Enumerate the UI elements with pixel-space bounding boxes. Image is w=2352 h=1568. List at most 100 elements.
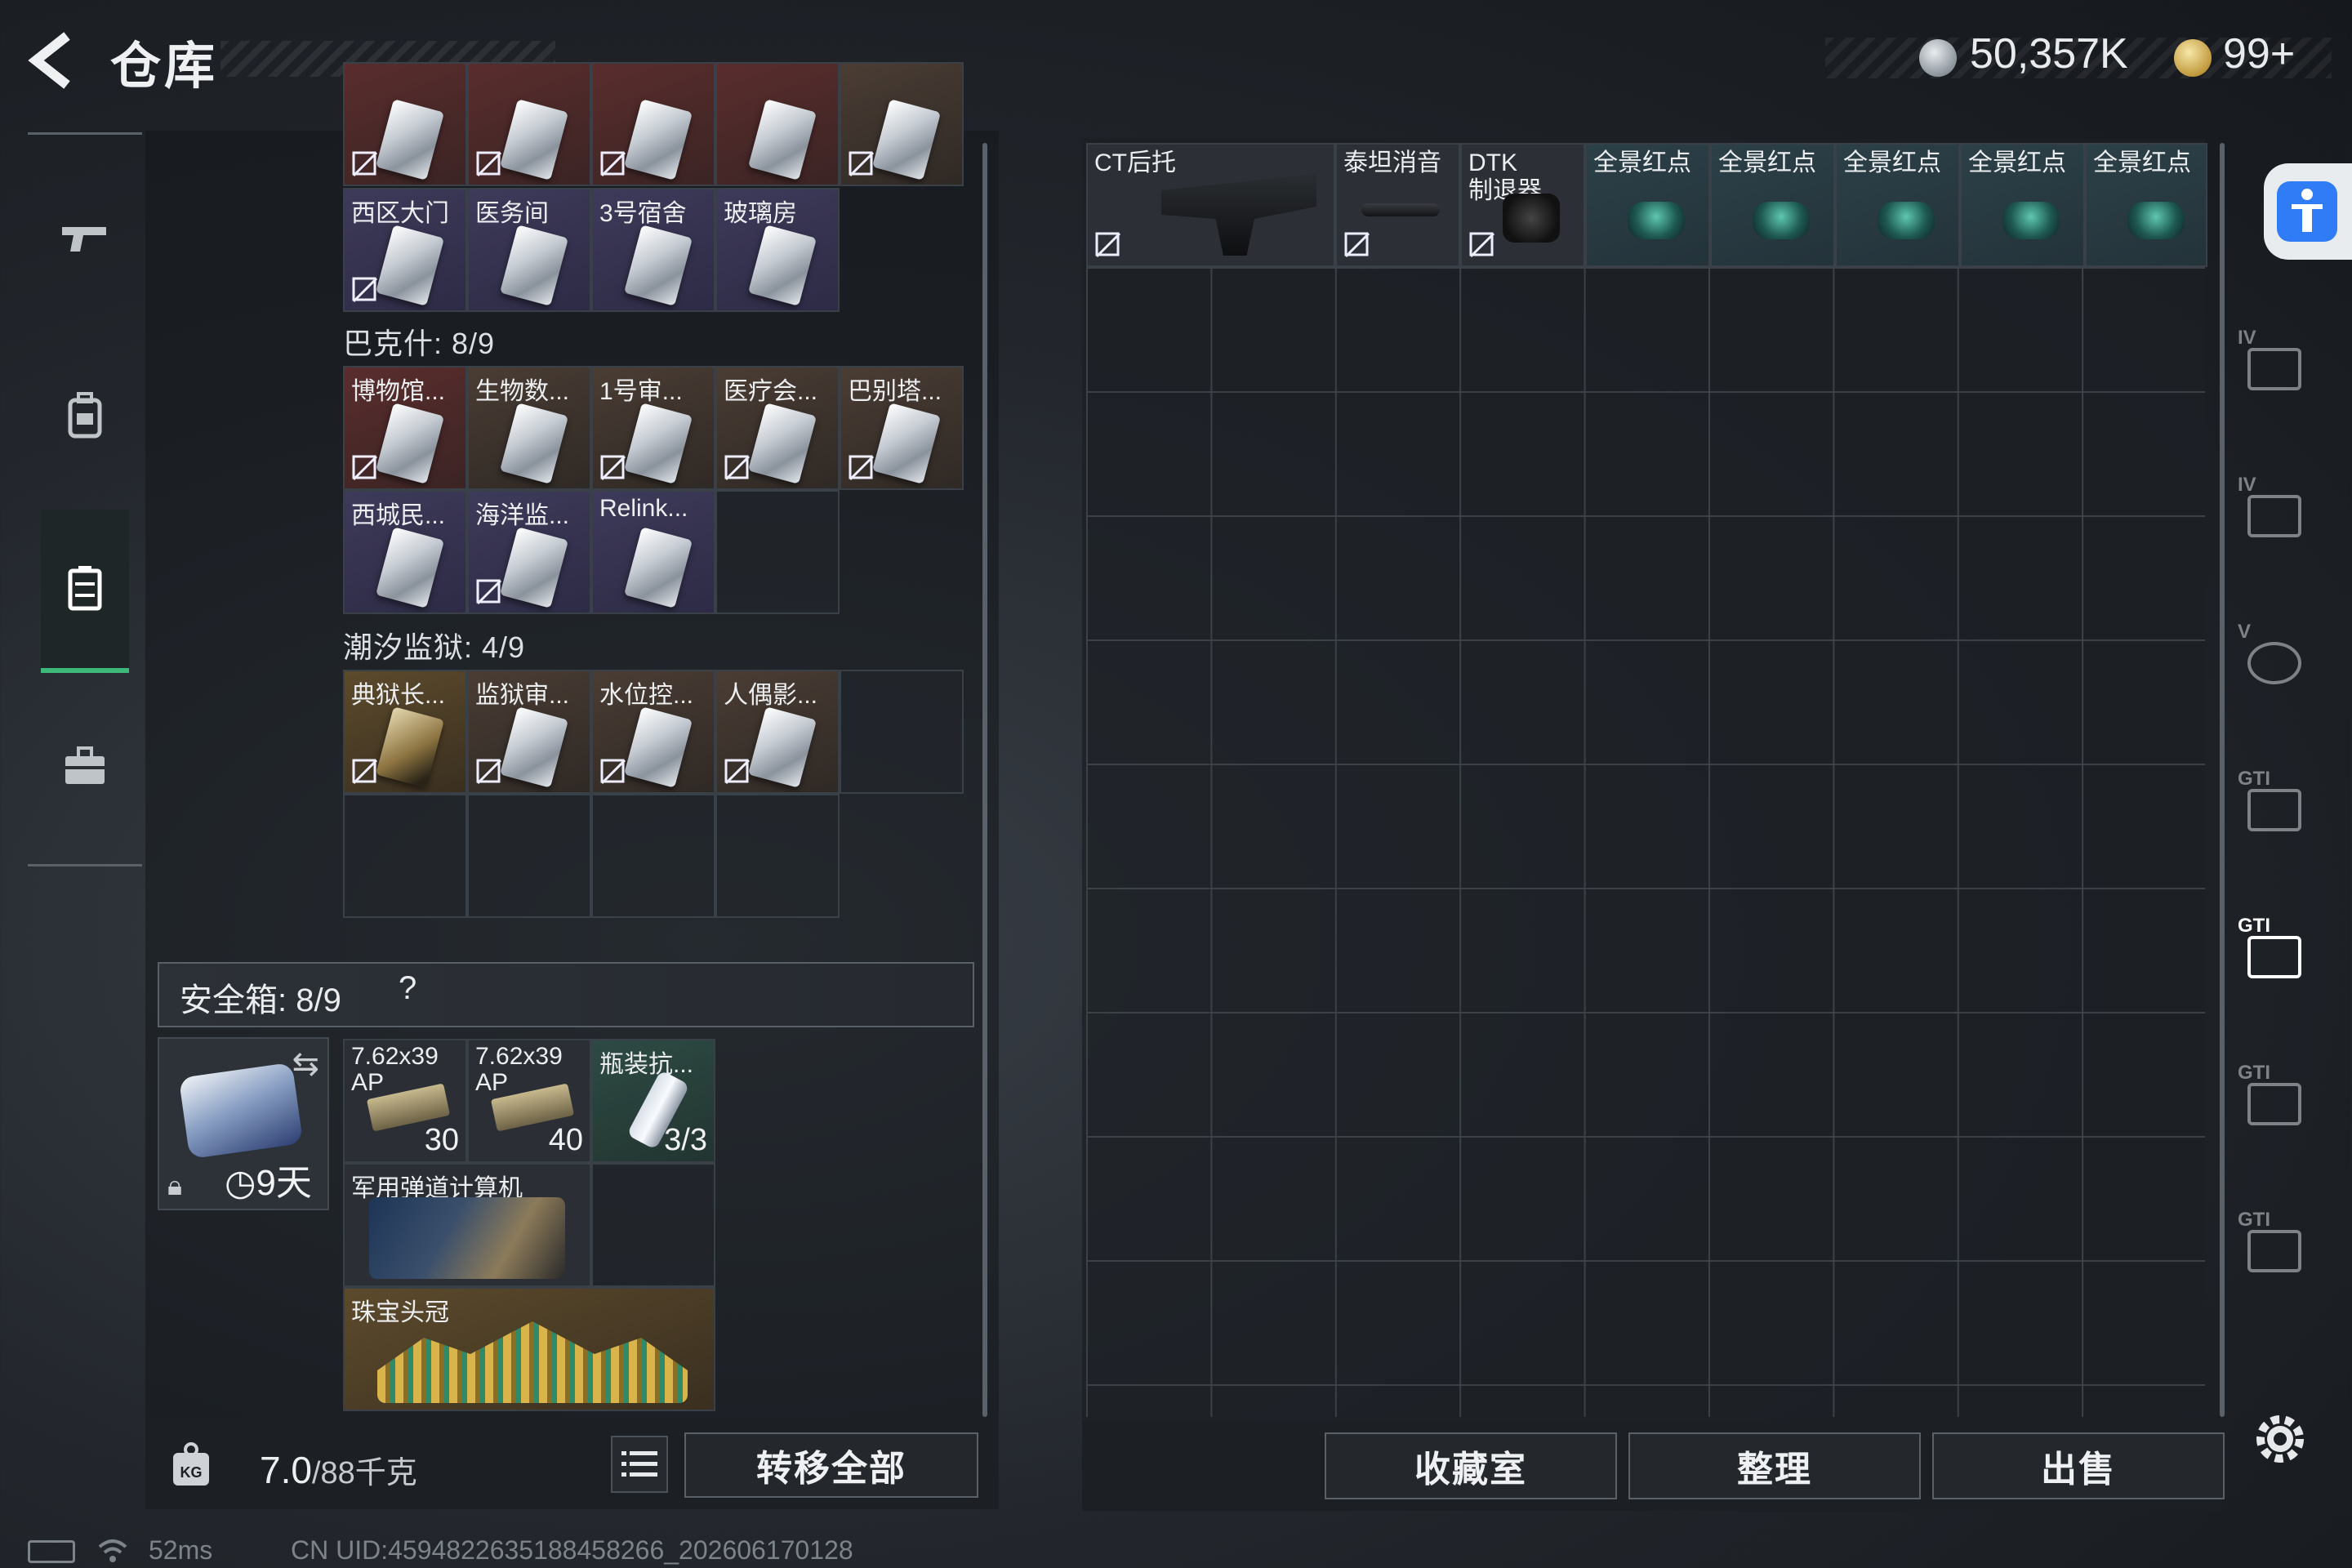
scope-slot[interactable]: 全景红点: [1960, 143, 2085, 267]
silver-currency-value: 50,357K: [1970, 30, 2128, 78]
storage-scrollbar[interactable]: [982, 143, 987, 1417]
settings-button[interactable]: [2246, 1405, 2314, 1473]
ammo-slot[interactable]: 7.62x39 AP 40: [467, 1039, 591, 1163]
item-name: 生物数...: [475, 378, 570, 405]
bound-icon: [1469, 232, 1495, 258]
empty-slot[interactable]: [840, 670, 964, 794]
key-card-image: [499, 99, 569, 180]
key-card-slot[interactable]: Relink...: [591, 490, 715, 614]
key-card-slot[interactable]: [343, 62, 467, 186]
key-card-image: [623, 403, 693, 484]
nav-divider-top: [28, 132, 142, 135]
back-button[interactable]: [24, 28, 82, 93]
sell-button[interactable]: 出售: [1932, 1432, 2225, 1499]
item-name: 海洋监...: [475, 502, 570, 529]
rail-label: GTI: [2238, 1209, 2270, 1231]
bound-icon: [849, 455, 875, 481]
key-card-slot[interactable]: [591, 62, 715, 186]
item-name: 玻璃房: [724, 200, 797, 227]
weapon-stock-slot[interactable]: CT后托: [1086, 143, 1335, 267]
pistol-icon: [62, 227, 106, 252]
empty-slot[interactable]: [591, 1163, 715, 1287]
backpack-icon: [68, 392, 102, 439]
item-count: 30: [424, 1123, 459, 1157]
gold-coin-icon: [2174, 39, 2212, 77]
key-card-slot[interactable]: 水位控...: [591, 670, 715, 794]
key-card-slot[interactable]: [840, 62, 964, 186]
key-card-image: [747, 403, 817, 484]
key-card-slot[interactable]: 玻璃房: [715, 188, 840, 312]
nav-toolbox[interactable]: [41, 684, 129, 848]
safe-box-container[interactable]: ⇆ 🔒︎ ◷9天: [158, 1037, 329, 1210]
safe-box-help-button[interactable]: ?: [399, 970, 416, 1007]
nav-weapons[interactable]: [41, 157, 129, 320]
rail-storage-iv-2[interactable]: IV: [2236, 474, 2310, 547]
rail-storage-gti-3[interactable]: GTI: [2236, 1062, 2310, 1135]
rail-storage-gti-1[interactable]: GTI: [2236, 768, 2310, 841]
item-count: 3/3: [664, 1123, 707, 1157]
key-card-image: [623, 706, 693, 788]
silencer-slot[interactable]: 泰坦消音: [1335, 143, 1460, 267]
list-view-button[interactable]: [611, 1436, 668, 1493]
toolbox-icon: [65, 746, 105, 784]
accessibility-icon: [2277, 181, 2337, 242]
key-card-slot[interactable]: 医疗会...: [715, 366, 840, 490]
locker-icon: [68, 566, 102, 611]
empty-slot[interactable]: [591, 794, 715, 918]
key-card-image: [623, 225, 693, 306]
lock-icon: 🔒︎: [167, 1170, 183, 1201]
red-dot-scope-image: [2002, 202, 2060, 239]
gear-icon: [2256, 1415, 2304, 1463]
empty-slot[interactable]: [715, 794, 840, 918]
rail-storage-iv-1[interactable]: IV: [2236, 327, 2310, 400]
container-scrollbar[interactable]: [2220, 143, 2225, 1417]
scope-slot[interactable]: 全景红点: [2085, 143, 2207, 267]
scope-slot[interactable]: 全景红点: [1710, 143, 1835, 267]
key-card-slot[interactable]: 巴别塔...: [840, 366, 964, 490]
accessibility-button[interactable]: [2264, 163, 2352, 260]
item-name: 博物馆...: [351, 378, 446, 405]
bound-icon: [352, 277, 378, 303]
rail-storage-gti-4[interactable]: GTI: [2236, 1209, 2310, 1282]
nav-storage[interactable]: [41, 510, 129, 673]
item-name: 全景红点: [1593, 149, 1691, 176]
ammo-slot[interactable]: 7.62x39 AP 30: [343, 1039, 467, 1163]
rail-label: GTI: [2238, 768, 2270, 790]
swap-icon[interactable]: ⇆: [292, 1045, 319, 1083]
bound-icon: [352, 455, 378, 481]
empty-slot[interactable]: [343, 794, 467, 918]
key-card-slot[interactable]: [715, 62, 840, 186]
medicine-slot[interactable]: 瓶装抗... 3/3: [591, 1039, 715, 1163]
nav-backpack[interactable]: [41, 333, 129, 497]
key-card-slot[interactable]: [467, 62, 591, 186]
collection-room-button[interactable]: 收藏室: [1325, 1432, 1617, 1499]
scope-slot[interactable]: 全景红点: [1585, 143, 1710, 267]
key-card-slot[interactable]: 1号审...: [591, 366, 715, 490]
key-card-slot[interactable]: 监狱审...: [467, 670, 591, 794]
case-gti-icon: [2247, 789, 2301, 831]
ballistic-computer-slot[interactable]: 军用弹道计算机: [343, 1163, 591, 1287]
item-name: 西城民...: [351, 502, 446, 529]
key-card-slot[interactable]: 博物馆...: [343, 366, 467, 490]
weight-value: 7.0: [260, 1449, 312, 1491]
rail-storage-gti-2[interactable]: GTI: [2236, 915, 2310, 988]
item-name: 巴别塔...: [848, 378, 942, 405]
key-card-slot[interactable]: 3号宿舍: [591, 188, 715, 312]
container-grid[interactable]: [1086, 143, 2205, 1417]
key-card-slot[interactable]: 医务间: [467, 188, 591, 312]
empty-slot[interactable]: [467, 794, 591, 918]
key-card-slot[interactable]: 生物数...: [467, 366, 591, 490]
muzzle-brake-slot[interactable]: DTK 制退器: [1460, 143, 1585, 267]
empty-slot[interactable]: [715, 490, 840, 614]
transfer-all-button[interactable]: 转移全部: [684, 1432, 978, 1498]
key-card-slot[interactable]: 西区大门: [343, 188, 467, 312]
scope-slot[interactable]: 全景红点: [1835, 143, 1960, 267]
bound-icon: [1344, 232, 1370, 258]
key-card-slot[interactable]: 西城民...: [343, 490, 467, 614]
arrange-button[interactable]: 整理: [1628, 1432, 1921, 1499]
key-card-slot[interactable]: 海洋监...: [467, 490, 591, 614]
key-card-slot[interactable]: 典狱长...: [343, 670, 467, 794]
jewel-crown-slot[interactable]: 珠宝头冠: [343, 1287, 715, 1411]
rail-storage-v[interactable]: V: [2236, 621, 2310, 694]
key-card-slot[interactable]: 人偶影...: [715, 670, 840, 794]
